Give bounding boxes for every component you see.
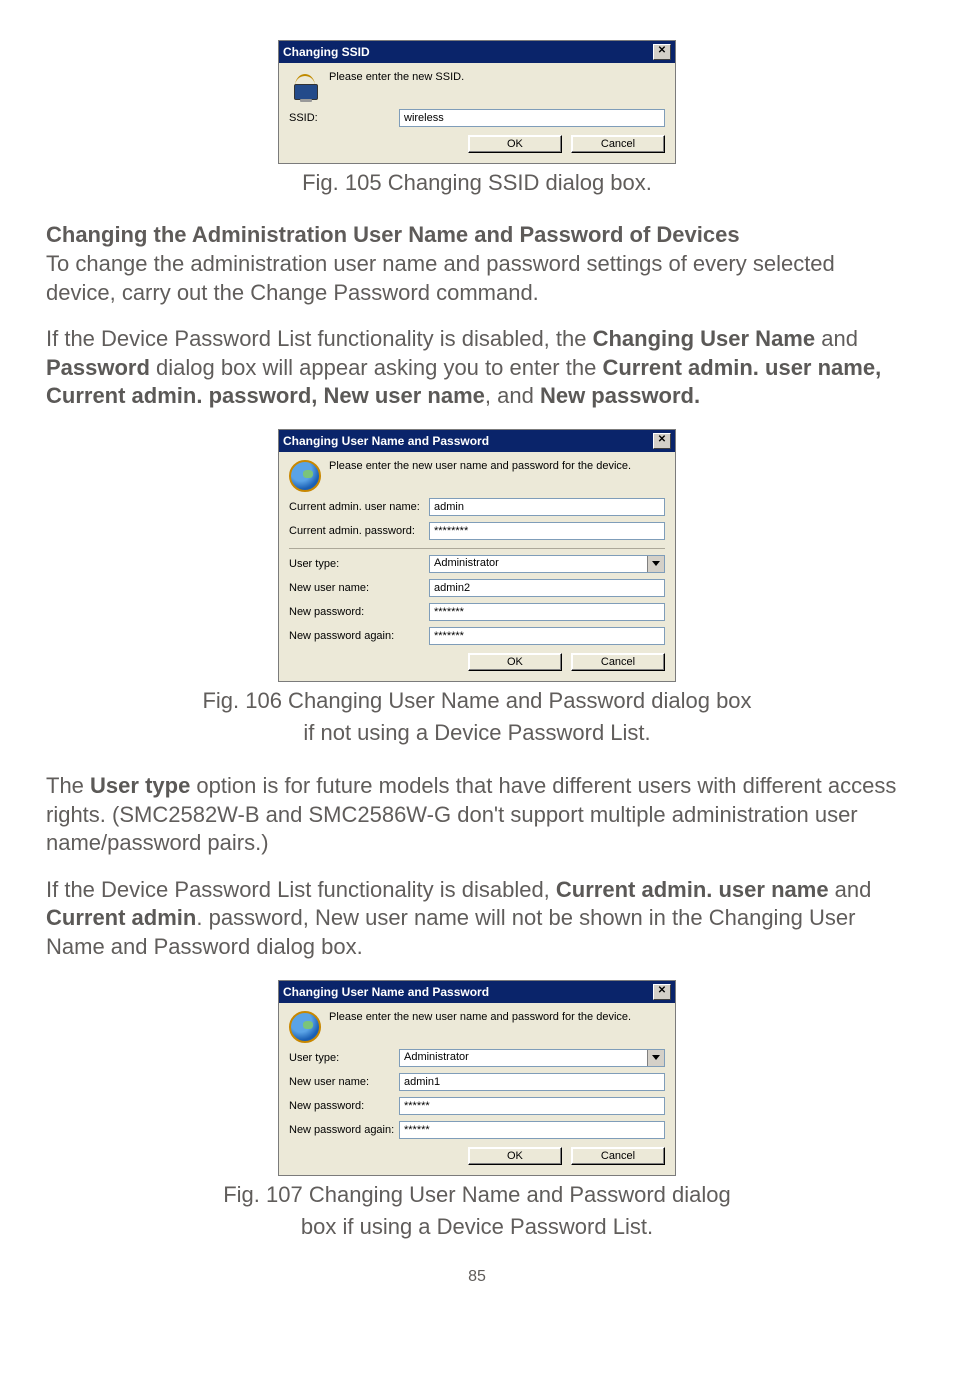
dialog-title: Changing User Name and Password: [283, 434, 489, 448]
bold-text: Password: [46, 355, 150, 380]
section-heading: Changing the Administration User Name an…: [46, 222, 908, 248]
dialog-title: Changing SSID: [283, 45, 370, 59]
user-type-value: Administrator: [400, 1050, 647, 1066]
paragraph: If the Device Password List functionalit…: [46, 876, 908, 962]
text: dialog box will appear asking you to ent…: [150, 355, 603, 380]
new-password-input[interactable]: [429, 603, 665, 621]
figure-caption: box if using a Device Password List.: [46, 1214, 908, 1240]
text: and: [829, 877, 872, 902]
user-type-value: Administrator: [430, 556, 647, 572]
text: If the Device Password List functionalit…: [46, 877, 556, 902]
text: , and: [485, 383, 540, 408]
current-admin-password-input[interactable]: [429, 522, 665, 540]
bold-text: Changing User Name: [593, 326, 816, 351]
cancel-button[interactable]: Cancel: [571, 1147, 665, 1165]
ssid-input[interactable]: [399, 109, 665, 127]
bold-text: Current admin: [46, 905, 196, 930]
titlebar: Changing User Name and Password ✕: [279, 430, 675, 452]
cancel-button[interactable]: Cancel: [571, 135, 665, 153]
new-password-again-input[interactable]: [429, 627, 665, 645]
close-icon[interactable]: ✕: [653, 984, 671, 1000]
text: If the Device Password List functionalit…: [46, 326, 593, 351]
bold-text: Current admin. user name: [556, 877, 829, 902]
close-icon[interactable]: ✕: [653, 44, 671, 60]
text: and: [815, 326, 858, 351]
current-admin-password-label: Current admin. password:: [289, 525, 429, 537]
user-type-label: User type:: [289, 558, 429, 570]
ok-button[interactable]: OK: [468, 1147, 562, 1165]
chevron-down-icon[interactable]: [647, 1050, 664, 1066]
bold-text: User type: [90, 773, 190, 798]
new-password-label: New password:: [289, 1100, 399, 1112]
new-username-label: New user name:: [289, 1076, 399, 1088]
paragraph: The User type option is for future model…: [46, 772, 908, 858]
current-admin-username-input[interactable]: [429, 498, 665, 516]
dialog-message: Please enter the new user name and passw…: [329, 1011, 631, 1023]
figure-caption: if not using a Device Password List.: [46, 720, 908, 746]
changing-username-password-dialog: Changing User Name and Password ✕ Please…: [278, 429, 676, 682]
ok-button[interactable]: OK: [468, 653, 562, 671]
paragraph: If the Device Password List functionalit…: [46, 325, 908, 411]
current-admin-username-label: Current admin. user name:: [289, 501, 429, 513]
ssid-label: SSID:: [289, 112, 399, 124]
new-password-again-input[interactable]: [399, 1121, 665, 1139]
new-username-input[interactable]: [429, 579, 665, 597]
dialog-message: Please enter the new SSID.: [329, 71, 464, 83]
figure-caption: Fig. 107 Changing User Name and Password…: [46, 1182, 908, 1208]
cancel-button[interactable]: Cancel: [571, 653, 665, 671]
user-type-label: User type:: [289, 1052, 399, 1064]
new-password-input[interactable]: [399, 1097, 665, 1115]
paragraph: To change the administration user name a…: [46, 250, 908, 307]
wireless-icon: [289, 71, 321, 103]
page-number: 85: [46, 1268, 908, 1286]
figure-caption: Fig. 106 Changing User Name and Password…: [46, 688, 908, 714]
user-type-select[interactable]: Administrator: [399, 1049, 665, 1067]
new-username-input[interactable]: [399, 1073, 665, 1091]
titlebar: Changing User Name and Password ✕: [279, 981, 675, 1003]
new-password-again-label: New password again:: [289, 1124, 399, 1136]
chevron-down-icon[interactable]: [647, 556, 664, 572]
dialog-title: Changing User Name and Password: [283, 985, 489, 999]
new-password-label: New password:: [289, 606, 429, 618]
changing-username-password-dialog: Changing User Name and Password ✕ Please…: [278, 980, 676, 1176]
ok-button[interactable]: OK: [468, 135, 562, 153]
figure-caption: Fig. 105 Changing SSID dialog box.: [46, 170, 908, 196]
close-icon[interactable]: ✕: [653, 433, 671, 449]
text: The: [46, 773, 90, 798]
new-username-label: New user name:: [289, 582, 429, 594]
new-password-again-label: New password again:: [289, 630, 429, 642]
globe-icon: [289, 460, 321, 492]
globe-icon: [289, 1011, 321, 1043]
changing-ssid-dialog: Changing SSID ✕ Please enter the new SSI…: [278, 40, 676, 164]
divider: [289, 548, 665, 549]
titlebar: Changing SSID ✕: [279, 41, 675, 63]
dialog-message: Please enter the new user name and passw…: [329, 460, 631, 472]
bold-text: New password.: [540, 383, 700, 408]
user-type-select[interactable]: Administrator: [429, 555, 665, 573]
